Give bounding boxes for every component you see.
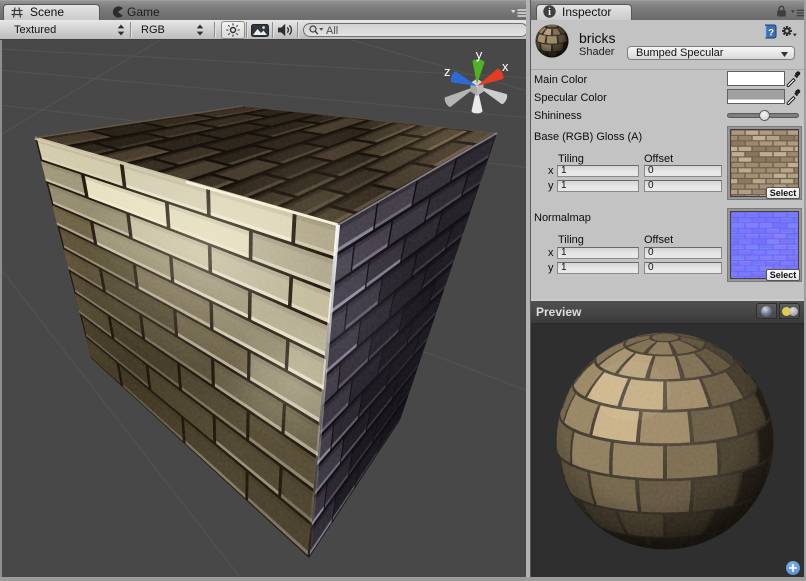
svg-text:i: i bbox=[548, 7, 551, 18]
svg-text:x: x bbox=[502, 59, 509, 74]
svg-text:y: y bbox=[476, 47, 483, 62]
svg-text:?: ? bbox=[768, 28, 774, 39]
svg-text:z: z bbox=[444, 64, 451, 79]
